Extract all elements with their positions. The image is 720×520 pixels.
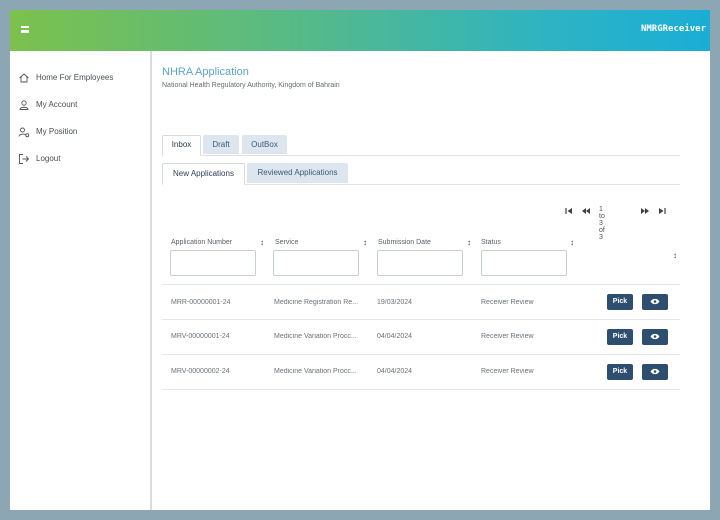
row-divider [162,389,680,390]
next-page-icon[interactable] [640,207,650,217]
cell-application-number: MRR-00000001-24 [171,299,231,306]
filter-submission-date-input[interactable] [377,250,463,276]
last-page-icon[interactable] [658,207,666,217]
pagination-status: 1 to 3 of 3 [599,206,605,241]
first-page-icon[interactable] [565,207,573,217]
cell-application-number: MRV-00000002-24 [171,368,230,375]
page-subtitle: National Health Regulatory Authority, Ki… [162,82,340,89]
column-header-submission-date: Submission Date [378,239,431,246]
tab-new-applications[interactable]: New Applications [162,163,245,185]
sidebar-item-home[interactable]: Home For Employees [10,69,150,89]
view-button[interactable] [642,294,668,310]
user-icon [19,100,29,110]
logout-icon [19,154,30,164]
cell-service: Medicine Variation Procc... [274,333,357,340]
eye-icon [650,368,660,375]
filter-status-input[interactable] [481,250,567,276]
cell-service: Medicine Variation Procc... [274,368,357,375]
main-tabs: Inbox Draft OutBox [162,135,680,156]
view-button[interactable] [642,364,668,380]
pick-button[interactable]: Pick [607,294,633,310]
sidebar-item-logout[interactable]: Logout [10,150,150,170]
username-label: NMRGReceiver [640,24,706,34]
previous-page-icon[interactable] [581,207,591,217]
filter-service-input[interactable] [273,250,359,276]
column-header-status: Status [481,239,501,246]
sort-icon[interactable]: ↕ [363,238,367,247]
eye-icon [650,333,660,340]
cell-status: Receiver Review [481,333,534,340]
sidebar-item-label: My Position [36,127,78,136]
sort-icon[interactable]: ↕ [260,238,264,247]
pick-button[interactable]: Pick [607,329,633,345]
sidebar: Home For Employees My Account My Positio… [10,51,152,510]
sidebar-item-label: Logout [36,154,61,163]
top-bar: NMRGReceiver [10,10,710,51]
tab-inbox[interactable]: Inbox [162,135,201,156]
hamburger-menu-icon[interactable] [21,23,31,37]
cell-status: Receiver Review [481,299,534,306]
column-header-service: Service [275,239,299,246]
eye-icon [650,298,660,305]
tab-reviewed-applications[interactable]: Reviewed Applications [247,163,348,183]
cell-application-number: MRV-00000001-24 [171,333,230,340]
app-window: NMRGReceiver Home For Employees My Accou… [10,10,710,510]
cell-submission-date: 19/03/2024 [377,299,413,306]
sort-icon[interactable]: ↕ [467,238,471,247]
cell-submission-date: 04/04/2024 [377,368,413,375]
view-button[interactable] [642,329,668,345]
main-content: NHRA Application National Health Regulat… [162,51,710,510]
page-title: NHRA Application [162,66,249,78]
column-header-application-number: Application Number [171,239,233,246]
tab-outbox[interactable]: OutBox [242,135,287,154]
sidebar-item-account[interactable]: My Account [10,96,150,116]
sidebar-item-label: Home For Employees [36,73,114,82]
cell-status: Receiver Review [481,368,534,375]
sidebar-item-position[interactable]: My Position [10,123,150,143]
row-divider [162,284,680,285]
sort-icon[interactable]: ↕ [570,238,574,247]
sub-tabs: New Applications Reviewed Applications [162,163,680,185]
sidebar-item-label: My Account [36,100,78,109]
home-icon [19,73,29,83]
cell-submission-date: 04/04/2024 [377,333,413,340]
pick-button[interactable]: Pick [607,364,633,380]
cell-service: Medicine Registration Re... [274,299,359,306]
tab-draft[interactable]: Draft [203,135,239,154]
filter-application-number-input[interactable] [170,250,256,276]
row-divider [162,354,680,355]
user-cog-icon [18,127,30,138]
sort-icon[interactable]: ↕ [673,251,677,260]
row-divider [162,319,680,320]
